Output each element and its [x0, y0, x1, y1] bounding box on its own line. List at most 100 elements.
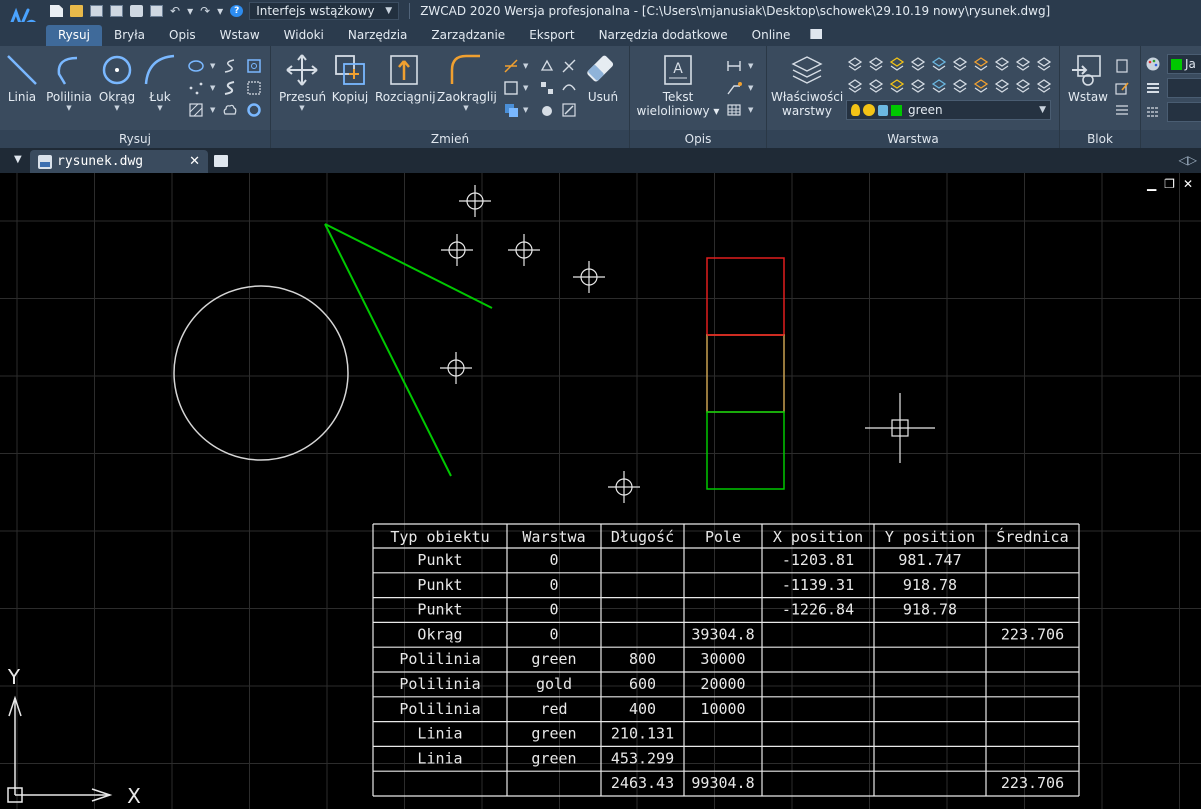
chevron-down-icon[interactable]: ▼	[210, 62, 215, 70]
line-button[interactable]: Linia	[4, 52, 40, 104]
erase-button[interactable]: Usuń	[583, 52, 623, 104]
layer-tool-icon[interactable]	[889, 56, 905, 72]
copy-nested-icon[interactable]	[503, 102, 519, 118]
new-tab-icon[interactable]	[214, 155, 228, 167]
green-line-1[interactable]	[324, 223, 493, 309]
point-entity[interactable]	[608, 471, 640, 503]
tab-eksport[interactable]: Eksport	[517, 25, 586, 46]
hatch-icon[interactable]	[188, 102, 204, 118]
point-entity[interactable]	[573, 261, 605, 293]
open-folder-icon[interactable]	[70, 5, 83, 17]
lock-icon[interactable]	[878, 104, 888, 116]
point-entity[interactable]	[508, 234, 540, 266]
linetype-select[interactable]	[1167, 102, 1201, 122]
layer-tool-icon[interactable]	[1036, 56, 1052, 72]
trim-icon[interactable]	[503, 58, 519, 74]
layer-tool-icon[interactable]	[847, 78, 863, 94]
tab-scroll-arrows-icon[interactable]: ◁▷	[1179, 153, 1197, 167]
chevron-down-icon[interactable]: ▼	[437, 104, 495, 112]
layer-properties-button[interactable]: Właściwości warstwy	[771, 52, 843, 118]
chevron-down-icon[interactable]: ▼	[523, 84, 528, 92]
panel-title-rysuj[interactable]: Rysuj	[0, 130, 270, 148]
redo-icon[interactable]: ↷	[200, 5, 210, 17]
layer-tool-icon[interactable]	[931, 56, 947, 72]
document-menu-icon[interactable]: ▼	[14, 154, 22, 165]
tab-widoki[interactable]: Widoki	[272, 25, 336, 46]
rectangle-icon[interactable]	[246, 58, 262, 74]
fillet-button[interactable]: Zaokrąglij ▼	[437, 52, 497, 112]
layer-tool-icon[interactable]	[847, 56, 863, 72]
layer-tool-icon[interactable]	[994, 78, 1010, 94]
spline-icon[interactable]	[222, 58, 238, 74]
chevron-down-icon[interactable]: ▼	[523, 106, 528, 114]
chevron-down-icon[interactable]: ▼	[98, 104, 136, 112]
move-button[interactable]: Przesuń ▼	[279, 52, 326, 112]
edit-icon[interactable]	[561, 102, 577, 118]
undo-dropdown-icon[interactable]: ▾	[187, 5, 193, 17]
layer-tool-icon[interactable]	[1036, 78, 1052, 94]
layer-tool-icon[interactable]	[952, 78, 968, 94]
chevron-down-icon[interactable]: ▼	[279, 104, 325, 112]
circle-button[interactable]: Okrąg ▼	[98, 52, 136, 112]
boundary-icon[interactable]	[246, 80, 262, 96]
polyline-red[interactable]	[706, 257, 785, 336]
point-entity[interactable]	[440, 352, 472, 384]
workspace-select[interactable]: Interfejs wstążkowy ▼	[249, 2, 400, 20]
drawing-canvas[interactable]: Typ obiektu Warstwa Długość Pole X position Y…	[0, 173, 1201, 809]
sun-icon[interactable]	[863, 104, 875, 116]
panel-title-opis[interactable]: Opis	[630, 130, 766, 148]
tab-zarzadzanie[interactable]: Zarządzanie	[419, 25, 517, 46]
stretch-button[interactable]: Rozciągnij	[375, 52, 436, 104]
lineweight-icon[interactable]	[1145, 80, 1161, 96]
leader-icon[interactable]	[726, 80, 742, 96]
layer-tool-icon[interactable]	[931, 78, 947, 94]
layer-tool-icon[interactable]	[910, 78, 926, 94]
tab-narzedzia-dodatkowe[interactable]: Narzędzia dodatkowe	[587, 25, 740, 46]
explode-icon[interactable]	[539, 102, 555, 118]
undo-icon[interactable]: ↶	[170, 5, 180, 17]
point-entity[interactable]	[441, 234, 473, 266]
data-table[interactable]: Typ obiektu Warstwa Długość Pole X position Y…	[372, 523, 1080, 797]
plot-preview-icon[interactable]	[150, 5, 163, 17]
layer-tool-icon[interactable]	[973, 56, 989, 72]
attribute-icon[interactable]	[1114, 102, 1130, 118]
polyline-button[interactable]: Polilinia ▼	[46, 52, 92, 112]
tab-online[interactable]: Online	[740, 25, 803, 46]
donut-icon[interactable]	[246, 102, 262, 118]
point-icon[interactable]	[188, 80, 204, 96]
close-icon[interactable]: ✕	[1183, 177, 1193, 191]
bulb-icon[interactable]	[851, 104, 860, 116]
layer-tool-icon[interactable]	[952, 56, 968, 72]
panel-title-properties[interactable]	[1141, 130, 1201, 148]
current-layer-select[interactable]: green ▼	[846, 100, 1051, 120]
green-line-2[interactable]	[324, 223, 452, 477]
layer-tool-icon[interactable]	[868, 56, 884, 72]
create-block-icon[interactable]	[1114, 58, 1130, 74]
ellipse-icon[interactable]	[188, 58, 204, 74]
chevron-down-icon[interactable]: ▼	[142, 104, 178, 112]
layer-tool-icon[interactable]	[1015, 56, 1031, 72]
layer-tool-icon[interactable]	[889, 78, 905, 94]
table-icon[interactable]	[726, 102, 742, 118]
chevron-down-icon[interactable]: ▼	[210, 106, 215, 114]
mtext-button[interactable]: A Tekst wieloliniowy ▾	[636, 52, 720, 118]
linetype-icon[interactable]	[1145, 104, 1161, 120]
redo-dropdown-icon[interactable]: ▾	[217, 5, 223, 17]
panel-title-zmien[interactable]: Zmień	[271, 130, 629, 148]
offset-icon[interactable]	[503, 80, 519, 96]
break-icon[interactable]	[561, 80, 577, 96]
chevron-down-icon[interactable]: ▼	[210, 84, 215, 92]
layer-tool-icon[interactable]	[973, 78, 989, 94]
copy-button[interactable]: Kopiuj	[331, 52, 369, 104]
tab-wstaw[interactable]: Wstaw	[208, 25, 272, 46]
color-select[interactable]: Ja	[1167, 54, 1201, 74]
layer-tool-icon[interactable]	[868, 78, 884, 94]
minimize-icon[interactable]: ▁	[1147, 177, 1156, 191]
array-icon[interactable]	[539, 80, 555, 96]
palette-icon[interactable]	[1145, 56, 1161, 72]
scale-icon[interactable]	[561, 58, 577, 74]
polyline-gold[interactable]	[706, 334, 785, 413]
polyline-green[interactable]	[706, 411, 785, 490]
new-file-icon[interactable]	[50, 5, 63, 17]
restore-icon[interactable]: ❐	[1164, 177, 1175, 191]
